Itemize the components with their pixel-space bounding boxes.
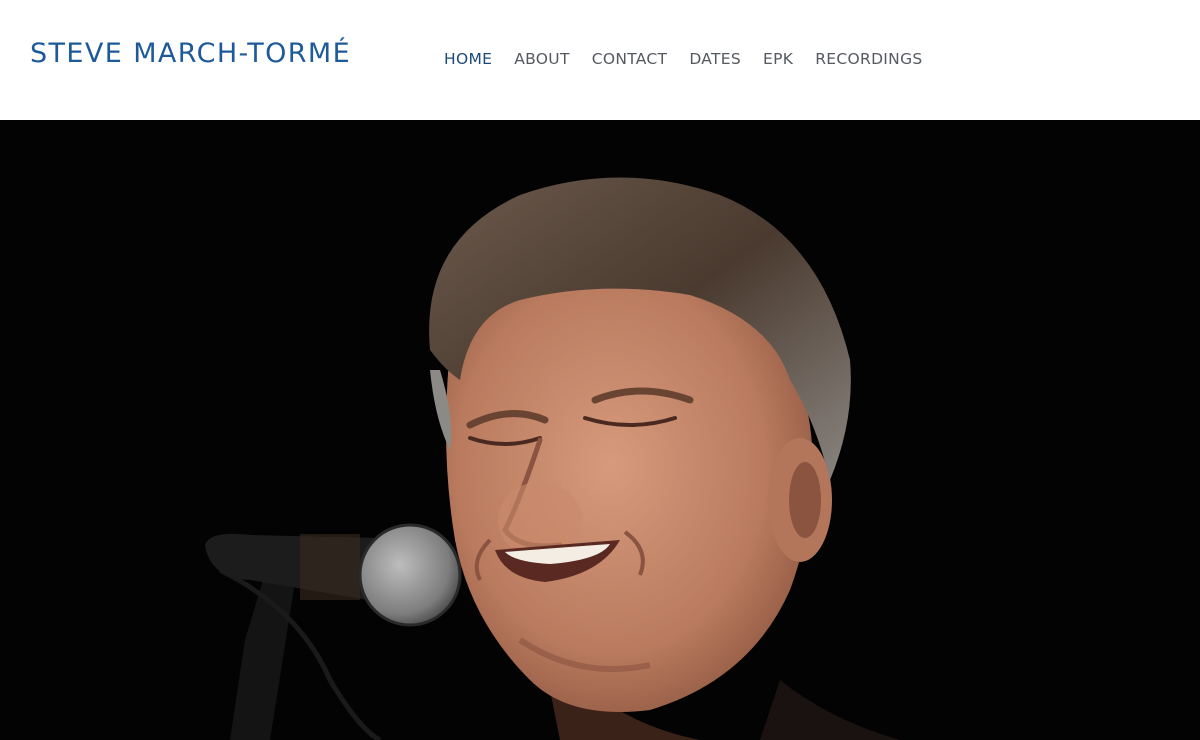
main-nav: HOME ABOUT CONTACT DATES EPK RECORDINGS xyxy=(444,49,945,69)
nav-item-recordings[interactable]: RECORDINGS xyxy=(815,49,922,69)
nav-item-home[interactable]: HOME xyxy=(444,49,492,69)
nav-item-about[interactable]: ABOUT xyxy=(514,49,569,69)
nav-item-contact[interactable]: CONTACT xyxy=(592,49,668,69)
hero-photo-singer xyxy=(205,177,900,740)
nav-item-dates[interactable]: DATES xyxy=(689,49,741,69)
site-title-link[interactable]: STEVE MARCH-TORMÉ xyxy=(30,38,351,69)
page: STEVE MARCH-TORMÉ HOME ABOUT CONTACT DAT… xyxy=(0,0,1200,740)
hero-section xyxy=(0,120,1200,740)
site-header: STEVE MARCH-TORMÉ HOME ABOUT CONTACT DAT… xyxy=(0,0,1200,120)
nav-item-epk[interactable]: EPK xyxy=(763,49,793,69)
